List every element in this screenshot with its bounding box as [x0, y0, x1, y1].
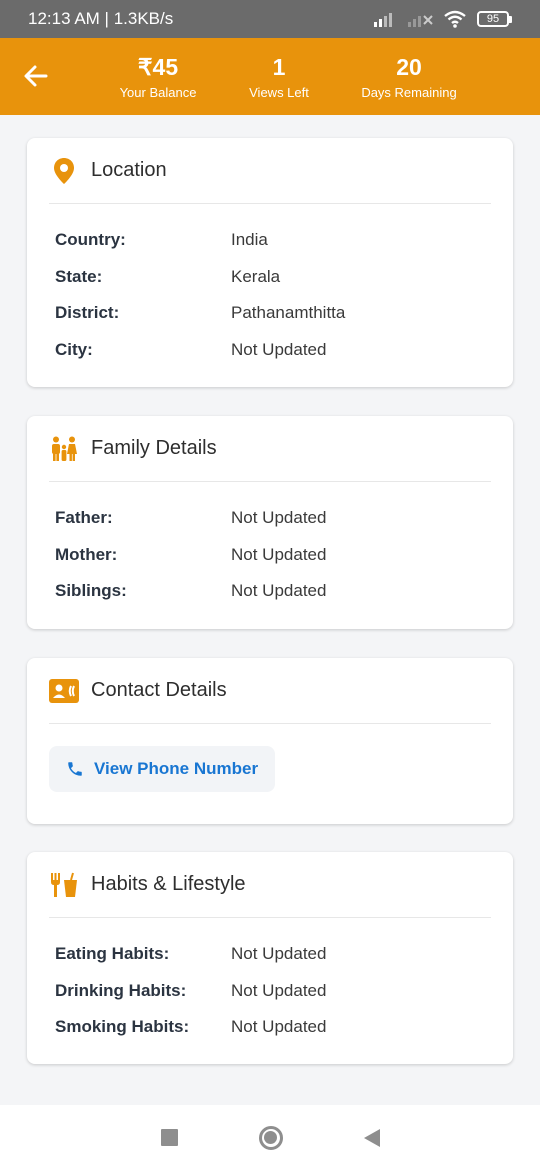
- habits-title: Habits & Lifestyle: [91, 873, 246, 895]
- siblings-label: Siblings:: [55, 581, 127, 601]
- district-label: District:: [55, 303, 120, 323]
- city-row: City: Not Updated: [55, 332, 491, 369]
- habits-rows: Eating Habits: Not Updated Drinking Habi…: [55, 936, 491, 1046]
- family-rows: Father: Not Updated Mother: Not Updated …: [55, 500, 491, 610]
- smoking-habits-row: Smoking Habits: Not Updated: [55, 1009, 491, 1046]
- system-back-button[interactable]: [363, 1128, 380, 1147]
- state-row: State: Kerala: [55, 259, 491, 296]
- phone-icon: [68, 762, 82, 776]
- smoking-habits-value: Not Updated: [231, 1017, 327, 1037]
- fork-drink-icon: [49, 870, 79, 900]
- state-value: Kerala: [231, 266, 281, 286]
- wifi-icon: [444, 10, 466, 28]
- system-nav-bar: [0, 1105, 540, 1170]
- back-button[interactable]: [20, 60, 52, 92]
- contact-title: Contact Details: [91, 679, 227, 701]
- father-value: Not Updated: [231, 508, 327, 528]
- header: ₹45 Your Balance 1 Views Left 20 Days Re…: [0, 38, 540, 115]
- habits-card: Habits & Lifestyle Eating Habits: Not Up…: [27, 852, 513, 1064]
- mother-row: Mother: Not Updated: [55, 537, 491, 574]
- drinking-habits-row: Drinking Habits: Not Updated: [55, 973, 491, 1010]
- eating-habits-value: Not Updated: [231, 944, 327, 964]
- battery-icon: 95: [477, 11, 512, 27]
- drinking-habits-value: Not Updated: [231, 980, 327, 1000]
- habits-card-header: Habits & Lifestyle: [49, 852, 491, 918]
- family-title: Family Details: [91, 437, 217, 459]
- city-label: City:: [55, 339, 93, 359]
- days-remaining-label: Days Remaining: [361, 85, 457, 100]
- arrow-left-icon: [24, 65, 48, 87]
- country-row: Country: India: [55, 222, 491, 259]
- status-bar: 12:13 AM | 1.3KB/s 95: [0, 0, 540, 38]
- father-label: Father:: [55, 508, 113, 528]
- contact-card: Contact Details View Phone Number: [27, 658, 513, 824]
- signal-icon: [374, 13, 392, 27]
- location-card-header: Location: [49, 138, 491, 204]
- family-card: Family Details Father: Not Updated Mothe…: [27, 416, 513, 629]
- home-button[interactable]: [258, 1125, 283, 1150]
- status-time: 12:13 AM | 1.3KB/s: [28, 9, 174, 28]
- days-remaining-value: 20: [396, 54, 422, 80]
- mother-value: Not Updated: [231, 544, 327, 564]
- eating-habits-row: Eating Habits: Not Updated: [55, 936, 491, 973]
- siblings-value: Not Updated: [231, 581, 327, 601]
- status-icons: 95: [373, 10, 512, 28]
- siblings-row: Siblings: Not Updated: [55, 573, 491, 610]
- country-value: India: [231, 230, 268, 250]
- days-remaining-stat: 20 Days Remaining: [329, 52, 489, 102]
- map-pin-icon: [49, 156, 79, 186]
- father-row: Father: Not Updated: [55, 500, 491, 537]
- contact-card-header: Contact Details: [49, 658, 491, 724]
- view-phone-number-label: View Phone Number: [94, 759, 259, 778]
- district-row: District: Pathanamthitta: [55, 295, 491, 332]
- family-card-header: Family Details: [49, 416, 491, 482]
- signal-off-icon: [408, 15, 433, 27]
- recent-apps-button[interactable]: [160, 1129, 178, 1146]
- view-phone-number-button[interactable]: View Phone Number: [49, 746, 276, 792]
- smoking-habits-label: Smoking Habits:: [55, 1017, 190, 1037]
- location-rows: Country: India State: Kerala District: P…: [55, 222, 491, 368]
- mother-label: Mother:: [55, 544, 118, 564]
- state-label: State:: [55, 266, 103, 286]
- location-title: Location: [91, 159, 167, 181]
- country-label: Country:: [55, 230, 126, 250]
- location-card: Location Country: India State: Kerala Di…: [27, 138, 513, 387]
- contact-card-icon: [49, 676, 79, 706]
- city-value: Not Updated: [231, 339, 327, 359]
- eating-habits-label: Eating Habits:: [55, 944, 170, 964]
- district-value: Pathanamthitta: [231, 303, 346, 323]
- drinking-habits-label: Drinking Habits:: [55, 980, 187, 1000]
- family-icon: [49, 434, 79, 464]
- battery-level: 95: [477, 11, 509, 27]
